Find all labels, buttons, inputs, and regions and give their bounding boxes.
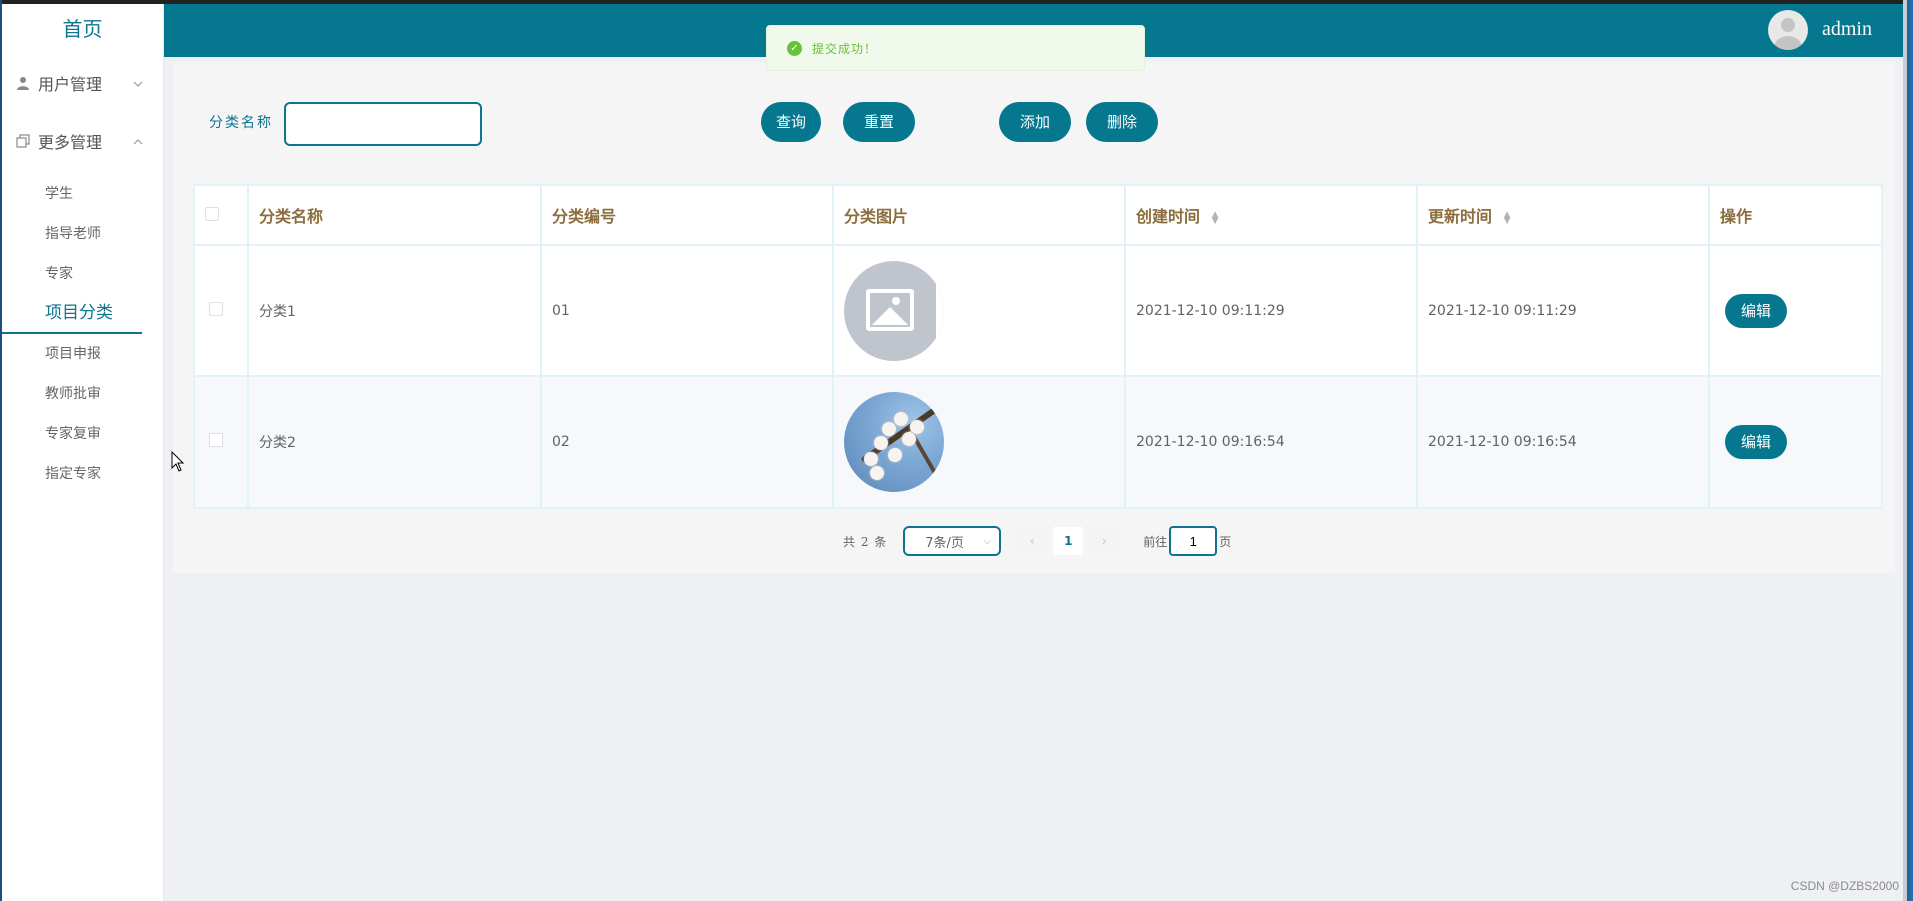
chevron-up-icon xyxy=(133,135,143,148)
column-header: 分类图片 xyxy=(832,184,1126,246)
table-row: 分类1 01 2021-12-10 09:11:29 2021-12-10 09… xyxy=(193,244,1883,377)
goto-suffix: 页 xyxy=(1219,534,1232,549)
created-time-cell: 2021-12-10 09:11:29 xyxy=(1124,244,1418,377)
table-header-row: 分类名称 分类编号 分类图片 创建时间 ▲ ▼ 更新时间 ▲ ▼ 操作 xyxy=(193,184,1883,246)
prev-page-button[interactable]: ‹ xyxy=(1017,527,1048,555)
user-icon xyxy=(14,76,32,90)
column-header-sortable[interactable]: 创建时间 ▲ ▼ xyxy=(1124,184,1418,246)
category-code-cell: 02 xyxy=(540,375,834,509)
category-name-cell: 分类2 xyxy=(247,375,542,509)
sidebar: 首页 用户管理 更多管理 学生 指导老师 专家 项目分类 项目申报 教师批审 专… xyxy=(2,4,164,901)
sidebar-group-more-management[interactable]: 更多管理 xyxy=(2,112,163,170)
total-count: 共 2 条 xyxy=(843,534,888,549)
watermark: CSDN @DZBS2000 xyxy=(1790,879,1899,893)
chevron-down-icon xyxy=(133,77,143,90)
edit-button[interactable]: 编辑 xyxy=(1725,425,1787,459)
row-select-cell xyxy=(193,375,249,509)
row-select-cell xyxy=(193,244,249,377)
category-image-cell xyxy=(832,244,1126,377)
sidebar-item-assign-expert[interactable]: 指定专家 xyxy=(2,454,163,494)
edit-button[interactable]: 编辑 xyxy=(1725,293,1787,328)
column-header-label: 创建时间 xyxy=(1136,207,1201,226)
reset-button[interactable]: 重置 xyxy=(843,102,915,142)
column-header: 分类编号 xyxy=(540,184,834,246)
username[interactable]: admin xyxy=(1822,18,1872,41)
column-header-sortable[interactable]: 更新时间 ▲ ▼ xyxy=(1416,184,1710,246)
search-label: 分类名称 xyxy=(209,115,273,131)
category-name-cell: 分类1 xyxy=(247,244,542,377)
window-top-edge xyxy=(0,0,1913,4)
row-checkbox[interactable] xyxy=(209,301,223,316)
select-all-cell xyxy=(193,184,249,246)
avatar[interactable] xyxy=(1768,10,1808,50)
sidebar-home[interactable]: 首页 xyxy=(2,4,163,54)
sidebar-item-students[interactable]: 学生 xyxy=(2,174,163,214)
check-circle-icon: ✓ xyxy=(787,40,802,56)
sidebar-item-experts[interactable]: 专家 xyxy=(2,254,163,294)
column-header: 操作 xyxy=(1708,184,1883,246)
next-page-button[interactable]: › xyxy=(1089,527,1120,555)
image-placeholder-icon xyxy=(844,260,944,361)
window-left-edge xyxy=(0,0,2,901)
column-header: 分类名称 xyxy=(247,184,542,246)
category-table: 分类名称 分类编号 分类图片 创建时间 ▲ ▼ 更新时间 ▲ ▼ 操作 分类1 01 xyxy=(193,184,1883,509)
sidebar-item-advisors[interactable]: 指导老师 xyxy=(2,214,163,254)
category-image-cell xyxy=(832,375,1126,509)
action-cell: 编辑 xyxy=(1708,375,1883,509)
goto-page-input[interactable] xyxy=(1169,526,1218,556)
sidebar-item-project-category[interactable]: 项目分类 xyxy=(2,294,142,334)
delete-button[interactable]: 删除 xyxy=(1086,102,1158,142)
chevron-down-icon: ⌵ xyxy=(983,535,992,547)
sidebar-group-user-management[interactable]: 用户管理 xyxy=(2,54,163,112)
sidebar-group-label: 更多管理 xyxy=(38,133,103,152)
pagination: 共 2 条 7条/页 ⌵ ‹ 1 › 前往 页 xyxy=(843,526,1231,556)
sidebar-group-label: 用户管理 xyxy=(38,75,103,94)
created-time-cell: 2021-12-10 09:16:54 xyxy=(1124,375,1418,509)
page-size-select[interactable]: 7条/页 ⌵ xyxy=(903,526,1002,556)
page-number-current[interactable]: 1 xyxy=(1053,527,1084,555)
action-cell: 编辑 xyxy=(1708,244,1883,377)
column-header-label: 更新时间 xyxy=(1428,207,1493,226)
add-button[interactable]: 添加 xyxy=(999,102,1071,142)
goto-label: 前往 xyxy=(1143,534,1168,549)
row-checkbox[interactable] xyxy=(209,433,223,447)
table-row: 分类2 02 2021-12-10 09:16:54 2021-12-10 09… xyxy=(193,375,1883,509)
sidebar-item-teacher-review[interactable]: 教师批审 xyxy=(2,374,163,414)
sidebar-item-expert-recheck[interactable]: 专家复审 xyxy=(2,414,163,454)
window-right-edge xyxy=(1903,0,1913,901)
success-toast: ✓ 提交成功！ xyxy=(766,25,1145,71)
updated-time-cell: 2021-12-10 09:11:29 xyxy=(1416,244,1710,377)
query-button[interactable]: 查询 xyxy=(761,102,821,142)
select-all-checkbox[interactable] xyxy=(205,206,219,221)
category-name-input[interactable] xyxy=(284,102,482,146)
category-code-cell: 01 xyxy=(540,244,834,377)
sidebar-item-project-declaration[interactable]: 项目申报 xyxy=(2,334,163,374)
toast-message: 提交成功！ xyxy=(812,41,878,56)
main-panel: 分类名称 查询 重置 添加 删除 分类名称 分类编号 分类图片 创建时间 ▲ ▼ … xyxy=(173,62,1895,573)
page-size-value: 7条/页 xyxy=(925,535,964,551)
sort-icon[interactable]: ▲ ▼ xyxy=(1504,210,1511,225)
blossom-photo xyxy=(844,392,944,492)
copy-icon xyxy=(14,134,32,148)
sort-icon[interactable]: ▲ ▼ xyxy=(1212,210,1219,225)
updated-time-cell: 2021-12-10 09:16:54 xyxy=(1416,375,1710,509)
